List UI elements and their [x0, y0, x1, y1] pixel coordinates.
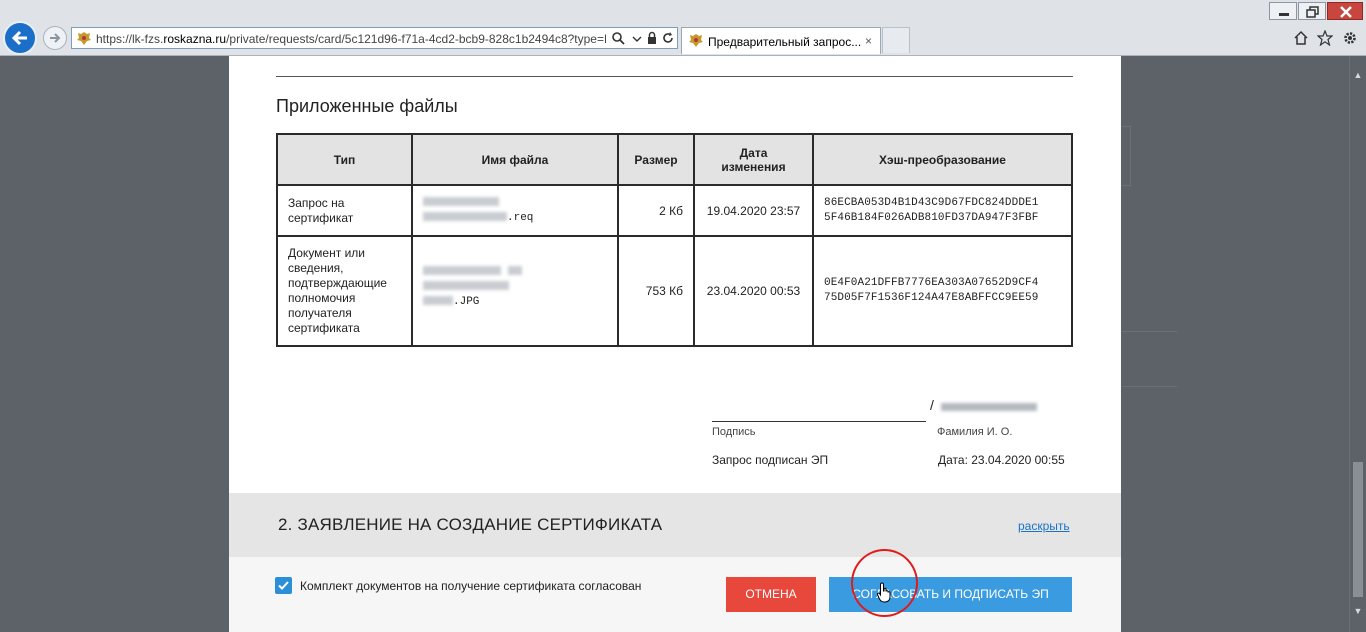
hash-line: 75D05F7F1536F124A47E8ABFFCC9EE59 [824, 292, 1039, 304]
scroll-down-icon[interactable]: ▼ [1353, 606, 1363, 616]
scrollbar[interactable]: ▲ ▼ [1349, 56, 1366, 632]
cell-type: Документ или сведения, подтверждающие по… [276, 235, 413, 347]
cancel-button[interactable]: ОТМЕНА [726, 577, 816, 612]
tab-active[interactable]: Предварительный запрос... × [681, 27, 881, 54]
documents-approved-label[interactable]: Комплект документов на получение сертифи… [300, 579, 641, 593]
cell-type-text: Запрос на сертификат [288, 195, 354, 225]
expand-link[interactable]: раскрыть [1018, 519, 1070, 533]
file-name[interactable]: .JPG [423, 265, 607, 310]
cell-file-name[interactable]: .req [411, 184, 619, 237]
background-divider [1121, 331, 1177, 332]
search-icon[interactable] [611, 31, 625, 45]
attached-files-title: Приложенные файлы [276, 96, 458, 116]
cell-size: 2 Кб [617, 184, 695, 237]
page-overlay-right [1121, 56, 1349, 632]
cell-date: 23.04.2020 00:53 [693, 235, 814, 347]
cell-date: 19.04.2020 23:57 [693, 184, 814, 237]
redacted-text [423, 296, 453, 306]
column-header-date-label: Дата изменения [721, 145, 786, 174]
signer-name-label: Фамилия И. О. [937, 426, 1013, 438]
signature-slash: / [930, 397, 934, 413]
tab-title: Предварительный запрос... [708, 35, 862, 49]
table-row: Запрос на сертификат .req 2 Кб 19.04.202… [276, 184, 1073, 237]
close-icon[interactable]: × [865, 34, 872, 48]
scroll-thumb[interactable] [1353, 462, 1363, 597]
file-extension: .req [507, 211, 534, 224]
hash-line: 86ECBA053D4B1D43C9D67FDC824DDDE1 [824, 196, 1039, 209]
column-header-hash: Хэш-преобразование [812, 133, 1073, 186]
attached-files-table: Тип Имя файла Размер Дата изменения Хэш-… [276, 133, 1073, 347]
column-header-size: Размер [617, 133, 695, 186]
url-prefix: https://lk-fzs. [96, 32, 164, 46]
home-icon[interactable] [1293, 30, 1309, 46]
table-header-row: Тип Имя файла Размер Дата изменения Хэш-… [276, 133, 1073, 186]
section-2-title: 2. ЗАЯВЛЕНИЕ НА СОЗДАНИЕ СЕРТИФИКАТА [278, 515, 663, 534]
url-path: /private/requests/card/5c121d96-f71a-4cd… [226, 32, 606, 46]
forward-arrow-icon [50, 33, 61, 43]
signature-line [712, 421, 926, 422]
hash-line: 5F46B184F026ADB810FD37DA947F3FBF [824, 211, 1039, 224]
redacted-signer-name [941, 403, 1037, 411]
redacted-text [423, 212, 507, 222]
new-tab-button[interactable] [882, 27, 910, 53]
section-2-header: 2. ЗАЯВЛЕНИЕ НА СОЗДАНИЕ СЕРТИФИКАТА рас… [229, 493, 1121, 557]
cell-size: 753 Кб [617, 235, 695, 347]
url-text: https://lk-fzs.roskazna.ru/private/reque… [96, 32, 606, 46]
modal-footer: Комплект документов на получение сертифи… [229, 557, 1121, 632]
column-header-date: Дата изменения [693, 133, 814, 186]
minimize-button[interactable] [1269, 2, 1297, 20]
redacted-text [423, 197, 499, 207]
background-divider [1121, 386, 1177, 387]
window-close-button[interactable] [1327, 2, 1363, 20]
hand-cursor-icon [877, 582, 891, 603]
hash-line: 0E4F0A21DFFB7776EA303A07652D9CF4 [824, 277, 1039, 289]
checkbox-check-icon [278, 581, 289, 590]
signature-label: Подпись [712, 426, 756, 438]
scroll-up-icon[interactable]: ▲ [1353, 70, 1363, 80]
star-icon[interactable] [1317, 30, 1333, 46]
signed-status: Запрос подписан ЭП [712, 453, 829, 467]
emblem-icon [689, 34, 703, 47]
redacted-text [423, 266, 501, 276]
forward-button[interactable] [43, 26, 67, 50]
background-panel [1121, 126, 1131, 186]
redacted-text [423, 281, 509, 291]
redacted-text [507, 266, 522, 276]
cell-file-name[interactable]: .JPG [411, 235, 619, 347]
cell-hash: 0E4F0A21DFFB7776EA303A07652D9CF4 75D05F7… [812, 235, 1073, 347]
divider [276, 76, 1073, 77]
column-header-name: Имя файла [411, 133, 619, 186]
cell-hash: 86ECBA053D4B1D43C9D67FDC824DDDE1 5F46B18… [812, 184, 1073, 237]
signed-date: Дата: 23.04.2020 00:55 [938, 453, 1065, 467]
back-arrow-icon [11, 30, 27, 46]
refresh-icon[interactable] [661, 31, 675, 45]
file-name[interactable]: .req [423, 196, 607, 226]
emblem-icon [77, 32, 91, 45]
table-row: Документ или сведения, подтверждающие по… [276, 235, 1073, 347]
url-domain: roskazna.ru [163, 32, 227, 46]
browser-chrome: https://lk-fzs.roskazna.ru/private/reque… [0, 0, 1366, 56]
documents-approved-checkbox[interactable] [275, 577, 292, 594]
address-bar[interactable]: https://lk-fzs.roskazna.ru/private/reque… [71, 27, 678, 49]
cell-type: Запрос на сертификат [276, 184, 413, 237]
file-extension: .JPG [453, 295, 480, 308]
column-header-type: Тип [276, 133, 413, 186]
chevron-down-icon[interactable] [630, 31, 644, 45]
lock-icon[interactable] [645, 31, 659, 45]
restore-button[interactable] [1298, 2, 1326, 20]
cell-type-text: Документ или сведения, подтверждающие по… [288, 246, 387, 335]
gear-icon[interactable] [1342, 30, 1358, 46]
page-overlay-left [0, 56, 229, 632]
request-card-modal: Приложенные файлы Тип Имя файла Размер Д… [229, 56, 1121, 632]
back-button[interactable] [3, 21, 37, 55]
